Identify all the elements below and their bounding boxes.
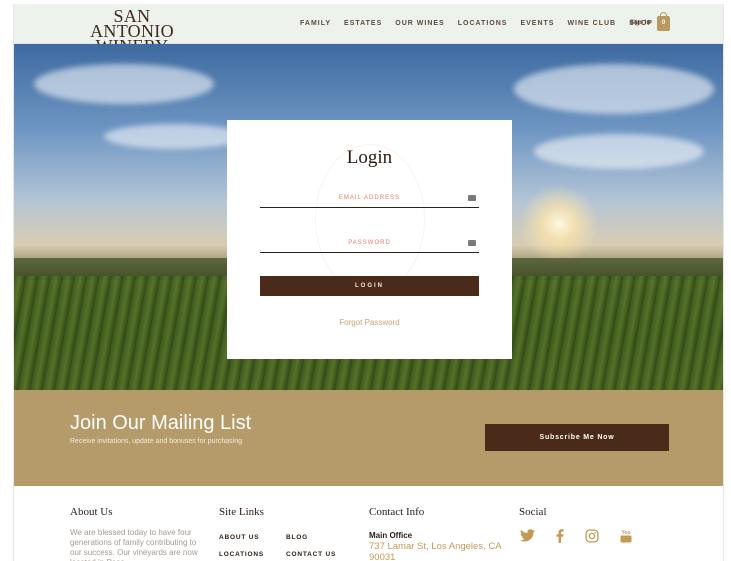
twitter-icon[interactable]: [520, 529, 535, 544]
forgot-password-link[interactable]: Forgot Password: [227, 318, 512, 327]
nav-locations[interactable]: LOCATIONS: [458, 20, 508, 27]
mailing-title: Join Our Mailing List: [70, 412, 252, 434]
cart-count: 0: [661, 20, 666, 26]
cloud-shape: [104, 124, 244, 149]
password-placeholder: PASSWORD: [348, 240, 391, 246]
youtube-icon[interactable]: You: [620, 529, 632, 543]
shopping-bag-icon[interactable]: 0: [657, 12, 670, 31]
office-label: Main Office: [369, 531, 413, 540]
footer-link-blog[interactable]: BLOG: [286, 534, 308, 541]
card-icon: [468, 240, 476, 246]
mailing-list-section: Join Our Mailing List Receive invitation…: [14, 390, 723, 486]
page-frame: SAN ANTONIO WINERY FAMILY ESTATES OUR WI…: [13, 4, 724, 561]
hero-vineyard-image: Login EMAIL ADDRESS PASSWORD LOGIN Forgo…: [14, 44, 723, 390]
nav-estates[interactable]: ESTATES: [344, 20, 382, 27]
about-heading: About Us: [70, 506, 113, 518]
footer-link-locations[interactable]: LOCATIONS: [219, 551, 264, 558]
office-address: 737 Lamar St, Los Angeles, CA 90031: [369, 541, 502, 561]
facebook-icon[interactable]: [556, 529, 564, 545]
instagram-icon[interactable]: [585, 529, 599, 545]
social-heading: Social: [519, 506, 547, 518]
nav-wine-club[interactable]: WINE CLUB: [567, 20, 616, 27]
login-button[interactable]: LOGIN: [260, 276, 479, 296]
email-field[interactable]: EMAIL ADDRESS: [260, 194, 479, 208]
footer-link-about-us[interactable]: ABOUT US: [219, 534, 259, 541]
main-nav: FAMILY ESTATES OUR WINES LOCATIONS EVENT…: [300, 20, 666, 27]
cloud-shape: [514, 64, 714, 114]
subscribe-button[interactable]: Subscribe Me Now: [485, 424, 669, 451]
sign-in-link[interactable]: Sign In: [630, 20, 650, 26]
logo-line-1: SAN ANTONIO: [90, 6, 174, 41]
contact-heading: Contact Info: [369, 506, 425, 518]
mailing-subtitle: Receive invitations, update and bonuses …: [70, 438, 242, 445]
cloud-shape: [534, 134, 704, 169]
footer-link-contact-us[interactable]: CONTACT US: [286, 551, 336, 558]
sun-glow: [519, 184, 599, 264]
site-links-heading: Site Links: [219, 506, 264, 518]
site-header: SAN ANTONIO WINERY FAMILY ESTATES OUR WI…: [14, 4, 723, 55]
nav-family[interactable]: FAMILY: [300, 20, 331, 27]
about-text: We are blessed today to have four genera…: [70, 528, 198, 561]
email-placeholder: EMAIL ADDRESS: [338, 195, 401, 201]
login-card: Login EMAIL ADDRESS PASSWORD LOGIN Forgo…: [227, 120, 512, 359]
cloud-shape: [34, 64, 214, 104]
card-icon: [468, 195, 476, 201]
svg-text:You: You: [621, 530, 630, 536]
nav-our-wines[interactable]: OUR WINES: [395, 20, 444, 27]
site-footer: About Us We are blessed today to have fo…: [14, 486, 723, 561]
password-field[interactable]: PASSWORD: [260, 239, 479, 253]
nav-events[interactable]: EVENTS: [520, 20, 554, 27]
login-title: Login: [346, 147, 393, 168]
